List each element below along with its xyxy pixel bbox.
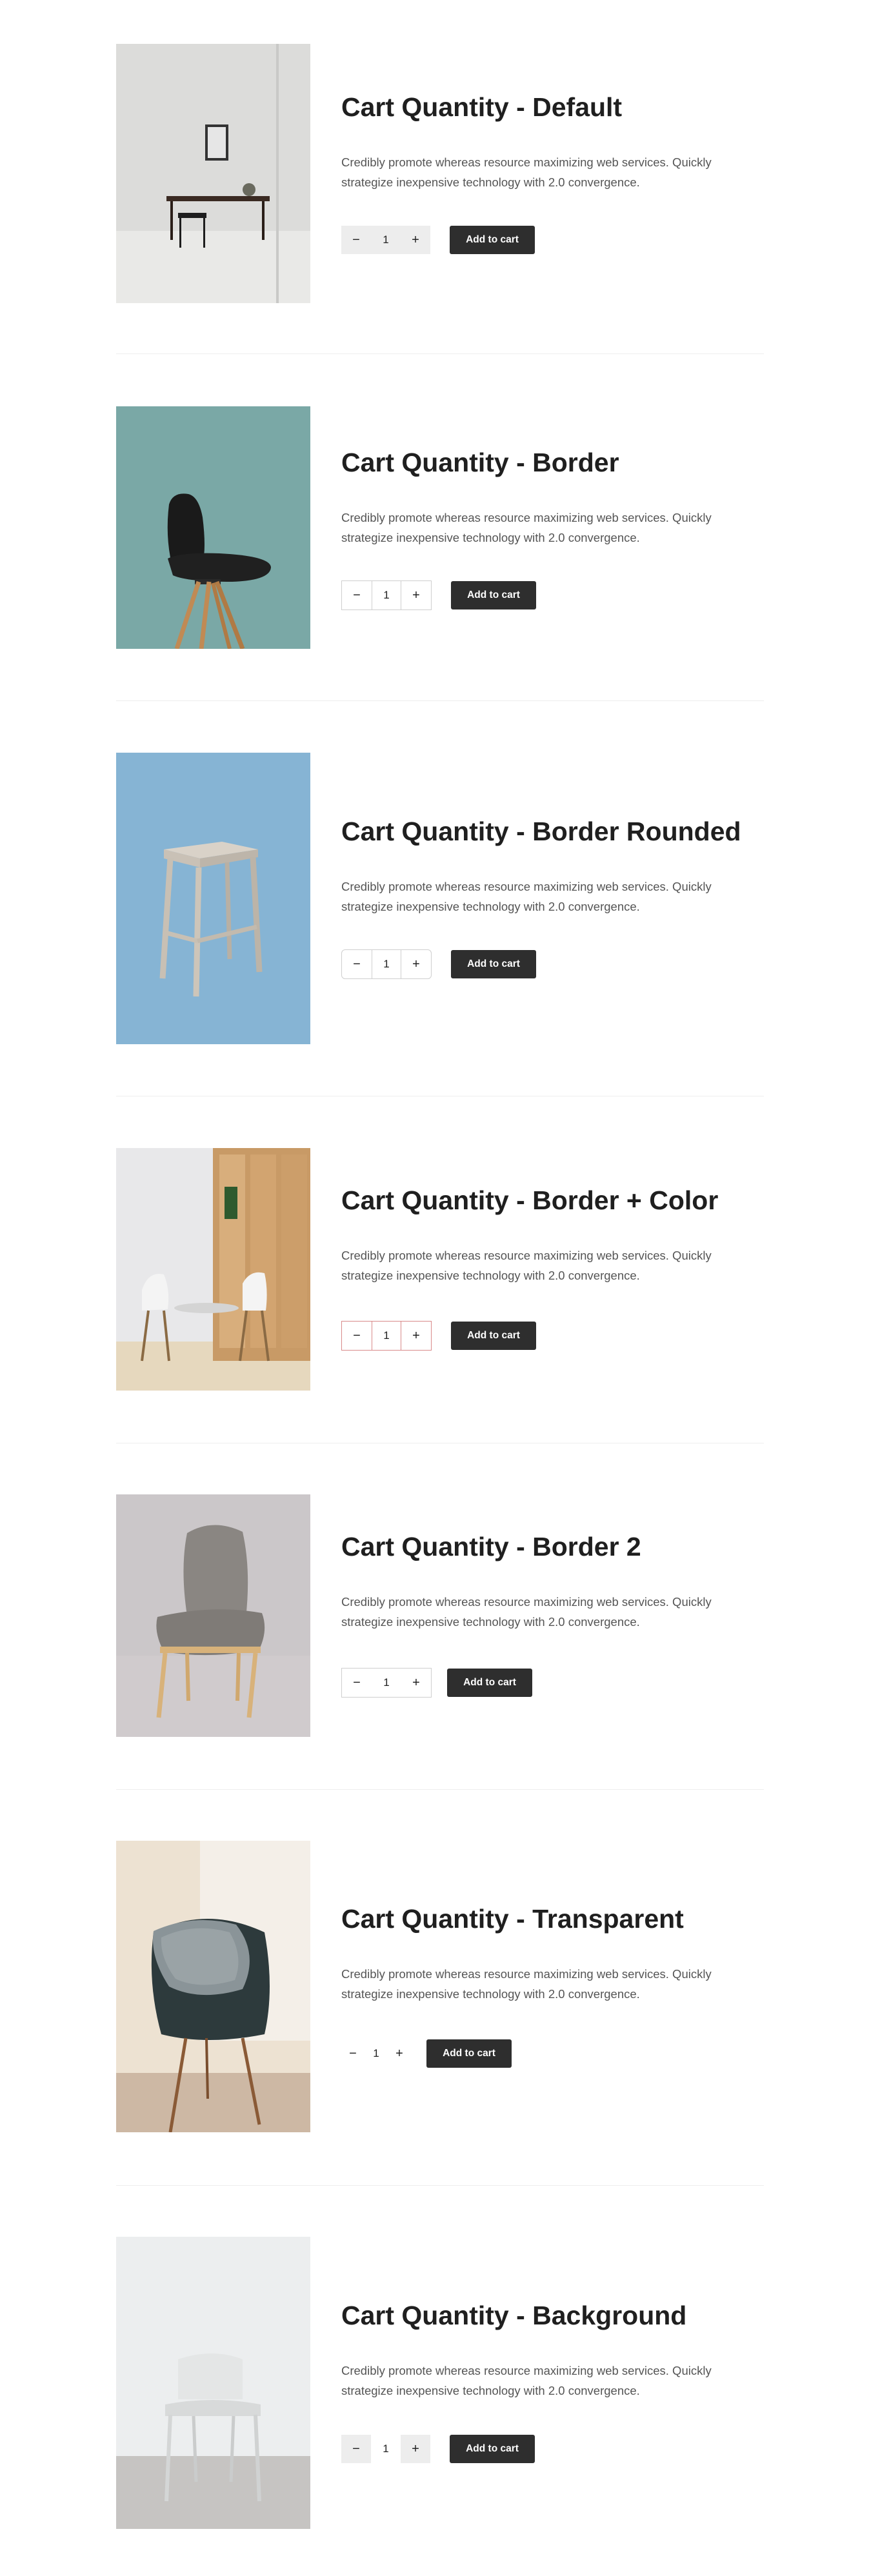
add-to-cart-button[interactable]: Add to cart [447, 1669, 532, 1697]
decrement-button[interactable]: − [341, 2039, 365, 2068]
quantity-value[interactable]: 1 [371, 2435, 401, 2463]
increment-button[interactable]: + [401, 1669, 431, 1697]
product-image [116, 1494, 310, 1737]
cart-row: − 1 + Add to cart [341, 1321, 536, 1351]
add-to-cart-button[interactable]: Add to cart [451, 1322, 536, 1350]
product-section-border-color: Cart Quantity - Border + Color Credibly … [116, 1148, 764, 1391]
product-section-border: Cart Quantity - Border Credibly promote … [116, 406, 764, 649]
decrement-button[interactable]: − [342, 1669, 372, 1697]
decrement-button[interactable]: − [342, 581, 372, 609]
section-title: Cart Quantity - Transparent [341, 1904, 684, 1934]
section-title: Cart Quantity - Default [341, 92, 623, 122]
product-section-transparent: Cart Quantity - Transparent Credibly pro… [116, 1841, 764, 2132]
quantity-value[interactable]: 1 [372, 950, 401, 978]
product-image [116, 44, 310, 303]
increment-button[interactable]: + [401, 2435, 430, 2463]
cart-row: − 1 + Add to cart [341, 580, 536, 610]
increment-button[interactable]: + [401, 950, 431, 978]
add-to-cart-button[interactable]: Add to cart [450, 2435, 535, 2463]
section-description: Credibly promote whereas resource maximi… [341, 155, 712, 189]
section-description: Credibly promote whereas resource maximi… [341, 2364, 712, 2397]
quantity-stepper: − 1 + [341, 949, 432, 979]
increment-button[interactable]: + [401, 226, 430, 254]
section-title: Cart Quantity - Border + Color [341, 1185, 719, 1215]
section-divider [116, 2185, 764, 2186]
increment-button[interactable]: + [401, 1322, 431, 1350]
quantity-stepper: − 1 + [341, 1321, 432, 1351]
section-divider [116, 1789, 764, 1790]
section-description: Credibly promote whereas resource maximi… [341, 1595, 712, 1629]
add-to-cart-button[interactable]: Add to cart [451, 950, 536, 978]
product-image [116, 2237, 310, 2529]
product-section-background: Cart Quantity - Background Credibly prom… [116, 2237, 764, 2529]
cart-row: − 1 + Add to cart [341, 2039, 512, 2068]
product-image [116, 753, 310, 1044]
product-section-default: Cart Quantity - Default Credibly promote… [116, 44, 764, 303]
quantity-stepper: − 1 + [341, 2435, 430, 2463]
cart-row: − 1 + Add to cart [341, 1668, 532, 1698]
add-to-cart-button[interactable]: Add to cart [426, 2039, 512, 2068]
section-divider [116, 700, 764, 701]
product-image [116, 1841, 310, 2132]
quantity-value[interactable]: 1 [372, 581, 401, 609]
cart-row: − 1 + Add to cart [341, 949, 536, 979]
section-title: Cart Quantity - Border Rounded [341, 817, 741, 846]
add-to-cart-button[interactable]: Add to cart [450, 226, 535, 254]
quantity-value[interactable]: 1 [365, 2039, 388, 2068]
decrement-button[interactable]: − [342, 1322, 372, 1350]
add-to-cart-button[interactable]: Add to cart [451, 581, 536, 609]
quantity-value[interactable]: 1 [372, 1669, 401, 1697]
quantity-value[interactable]: 1 [372, 1322, 401, 1350]
section-description: Credibly promote whereas resource maximi… [341, 1249, 712, 1282]
product-image [116, 406, 310, 649]
quantity-stepper: − 1 + [341, 580, 432, 610]
decrement-button[interactable]: − [341, 226, 371, 254]
section-description: Credibly promote whereas resource maximi… [341, 1967, 712, 2001]
quantity-stepper: − 1 + [341, 1668, 432, 1698]
section-description: Credibly promote whereas resource maximi… [341, 511, 712, 544]
cart-row: − 1 + Add to cart [341, 2435, 535, 2463]
product-section-border-2: Cart Quantity - Border 2 Credibly promot… [116, 1494, 764, 1737]
section-description: Credibly promote whereas resource maximi… [341, 880, 712, 913]
product-section-border-rounded: Cart Quantity - Border Rounded Credibly … [116, 753, 764, 1044]
increment-button[interactable]: + [388, 2039, 411, 2068]
increment-button[interactable]: + [401, 581, 431, 609]
section-divider [116, 353, 764, 354]
section-title: Cart Quantity - Border [341, 448, 619, 477]
decrement-button[interactable]: − [341, 2435, 371, 2463]
cart-row: − 1 + Add to cart [341, 226, 535, 254]
section-title: Cart Quantity - Background [341, 2301, 687, 2330]
quantity-value[interactable]: 1 [371, 226, 401, 254]
decrement-button[interactable]: − [342, 950, 372, 978]
quantity-stepper: − 1 + [341, 2039, 411, 2068]
quantity-stepper: − 1 + [341, 226, 430, 254]
section-title: Cart Quantity - Border 2 [341, 1532, 641, 1561]
product-image [116, 1148, 310, 1391]
